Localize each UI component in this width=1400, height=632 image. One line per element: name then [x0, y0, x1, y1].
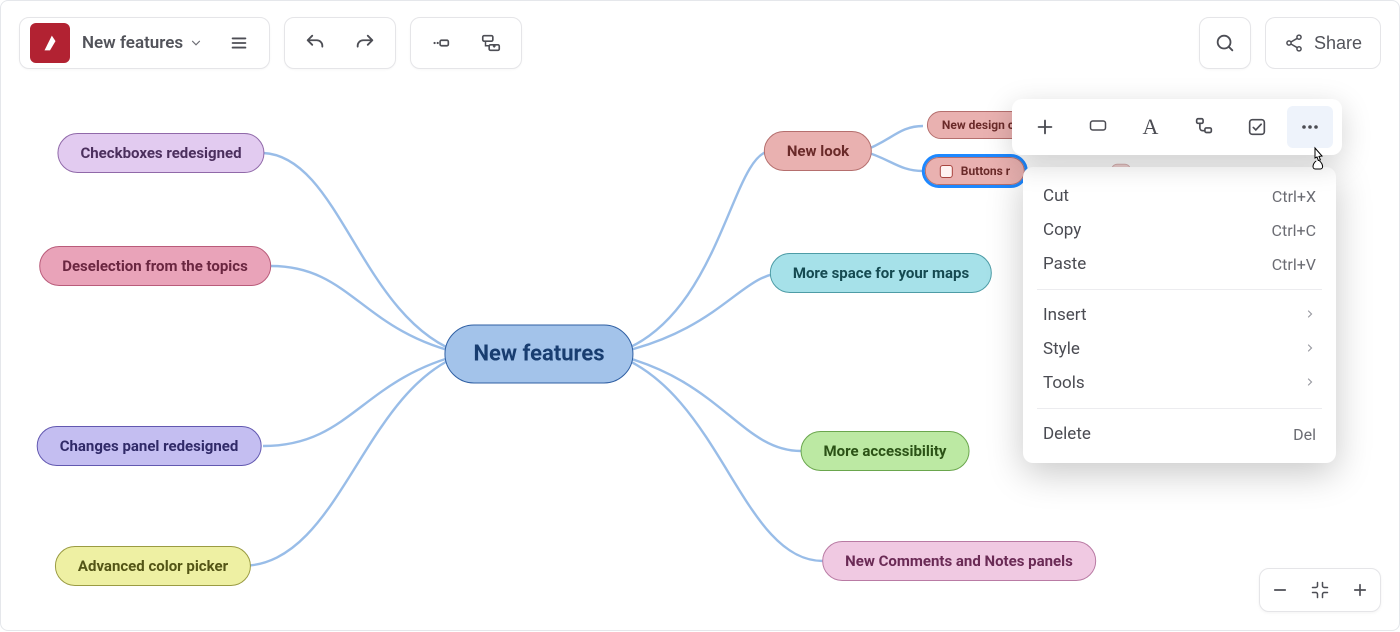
ctx-copy[interactable]: Copy Ctrl+C	[1023, 213, 1336, 247]
share-icon	[1284, 33, 1304, 53]
context-menu: Cut Ctrl+X Copy Ctrl+C Paste Ctrl+V Inse…	[1023, 167, 1336, 463]
fit-view-button[interactable]	[1303, 573, 1337, 607]
share-label: Share	[1314, 33, 1362, 54]
document-title: New features	[82, 33, 183, 53]
node-label: New look	[787, 142, 849, 160]
checkbox-checked-icon	[1246, 116, 1268, 138]
node-label: New Comments and Notes panels	[845, 552, 1073, 570]
child-node-selected[interactable]: Buttons r	[925, 157, 1025, 185]
ctx-shortcut: Ctrl+C	[1272, 221, 1316, 240]
rectangle-icon	[1085, 118, 1111, 136]
undo-button[interactable]	[291, 22, 339, 64]
collapse-icon	[1310, 580, 1330, 600]
logo-icon	[39, 32, 61, 54]
structure-button[interactable]	[1181, 106, 1227, 148]
node-label: Advanced color picker	[78, 557, 228, 575]
left-node[interactable]: Changes panel redesigned	[37, 426, 262, 466]
ellipsis-icon	[1298, 115, 1322, 139]
document-title-dropdown[interactable]: New features	[72, 23, 213, 63]
minus-icon	[1271, 581, 1289, 599]
ctx-shortcut: Ctrl+X	[1272, 187, 1316, 206]
ctx-shortcut: Ctrl+V	[1272, 255, 1316, 274]
node-label: New design c	[942, 118, 1014, 132]
ctx-label: Paste	[1043, 254, 1086, 274]
ctx-cut[interactable]: Cut Ctrl+X	[1023, 179, 1336, 213]
ctx-label: Delete	[1043, 424, 1091, 444]
insert-node-icon	[430, 32, 452, 54]
separator	[1037, 289, 1322, 290]
chevron-right-icon	[1304, 305, 1316, 325]
text-format-icon: A	[1143, 114, 1159, 140]
top-toolbar: New features	[19, 17, 1381, 69]
insert-subnode-button[interactable]	[467, 22, 515, 64]
ctx-label: Copy	[1043, 220, 1081, 240]
left-node[interactable]: Checkboxes redesigned	[57, 133, 264, 173]
checkbox-icon	[940, 165, 953, 178]
search-icon	[1214, 32, 1236, 54]
node-label: Buttons r	[961, 164, 1010, 178]
ctx-shortcut: Del	[1293, 425, 1316, 444]
redo-button[interactable]	[341, 22, 389, 64]
left-node[interactable]: Advanced color picker	[55, 546, 251, 586]
node-label: More accessibility	[824, 442, 947, 460]
plus-icon	[1034, 116, 1056, 138]
add-button[interactable]	[1022, 106, 1068, 148]
redo-icon	[354, 32, 376, 54]
share-button[interactable]: Share	[1265, 17, 1381, 69]
right-node[interactable]: New look	[764, 131, 872, 171]
ctx-delete[interactable]: Delete Del	[1023, 417, 1336, 451]
undo-redo-group	[284, 17, 396, 69]
plus-icon	[1351, 581, 1369, 599]
right-node[interactable]: New Comments and Notes panels	[822, 541, 1096, 581]
layout-group	[410, 17, 522, 69]
format-button[interactable]: A	[1128, 106, 1174, 148]
checkbox-button[interactable]	[1234, 106, 1280, 148]
node-label: More space for your maps	[793, 264, 969, 282]
ctx-style[interactable]: Style	[1023, 332, 1336, 366]
chevron-right-icon	[1304, 339, 1316, 359]
pointer-cursor-icon	[1308, 146, 1328, 174]
chevron-down-icon	[189, 36, 203, 50]
node-label: Changes panel redesigned	[60, 437, 239, 455]
frame-button[interactable]	[1075, 106, 1121, 148]
node-label: Deselection from the topics	[62, 257, 248, 275]
center-node[interactable]: New features	[444, 325, 633, 384]
right-node[interactable]: More space for your maps	[770, 253, 992, 293]
left-node[interactable]: Deselection from the topics	[39, 246, 271, 286]
node-label: Checkboxes redesigned	[80, 144, 241, 162]
insert-subnode-icon	[480, 32, 502, 54]
node-floating-toolbar: A	[1012, 99, 1342, 155]
more-button[interactable]	[1287, 106, 1333, 148]
insert-node-button[interactable]	[417, 22, 465, 64]
menu-icon	[228, 32, 250, 54]
ctx-paste[interactable]: Paste Ctrl+V	[1023, 247, 1336, 281]
ctx-label: Cut	[1043, 186, 1069, 206]
tree-icon	[1193, 116, 1215, 138]
center-node-label: New features	[473, 342, 604, 367]
ctx-label: Insert	[1043, 305, 1087, 325]
search-button[interactable]	[1199, 17, 1251, 69]
right-node[interactable]: More accessibility	[801, 431, 970, 471]
ctx-label: Tools	[1043, 373, 1085, 393]
undo-icon	[304, 32, 326, 54]
ctx-insert[interactable]: Insert	[1023, 298, 1336, 332]
hamburger-menu-button[interactable]	[215, 22, 263, 64]
separator	[1037, 408, 1322, 409]
chevron-right-icon	[1304, 373, 1316, 393]
title-group: New features	[19, 17, 270, 69]
zoom-controls	[1259, 568, 1381, 612]
zoom-in-button[interactable]	[1343, 573, 1377, 607]
app-logo[interactable]	[30, 23, 70, 63]
zoom-out-button[interactable]	[1263, 573, 1297, 607]
ctx-tools[interactable]: Tools	[1023, 366, 1336, 400]
ctx-label: Style	[1043, 339, 1080, 359]
